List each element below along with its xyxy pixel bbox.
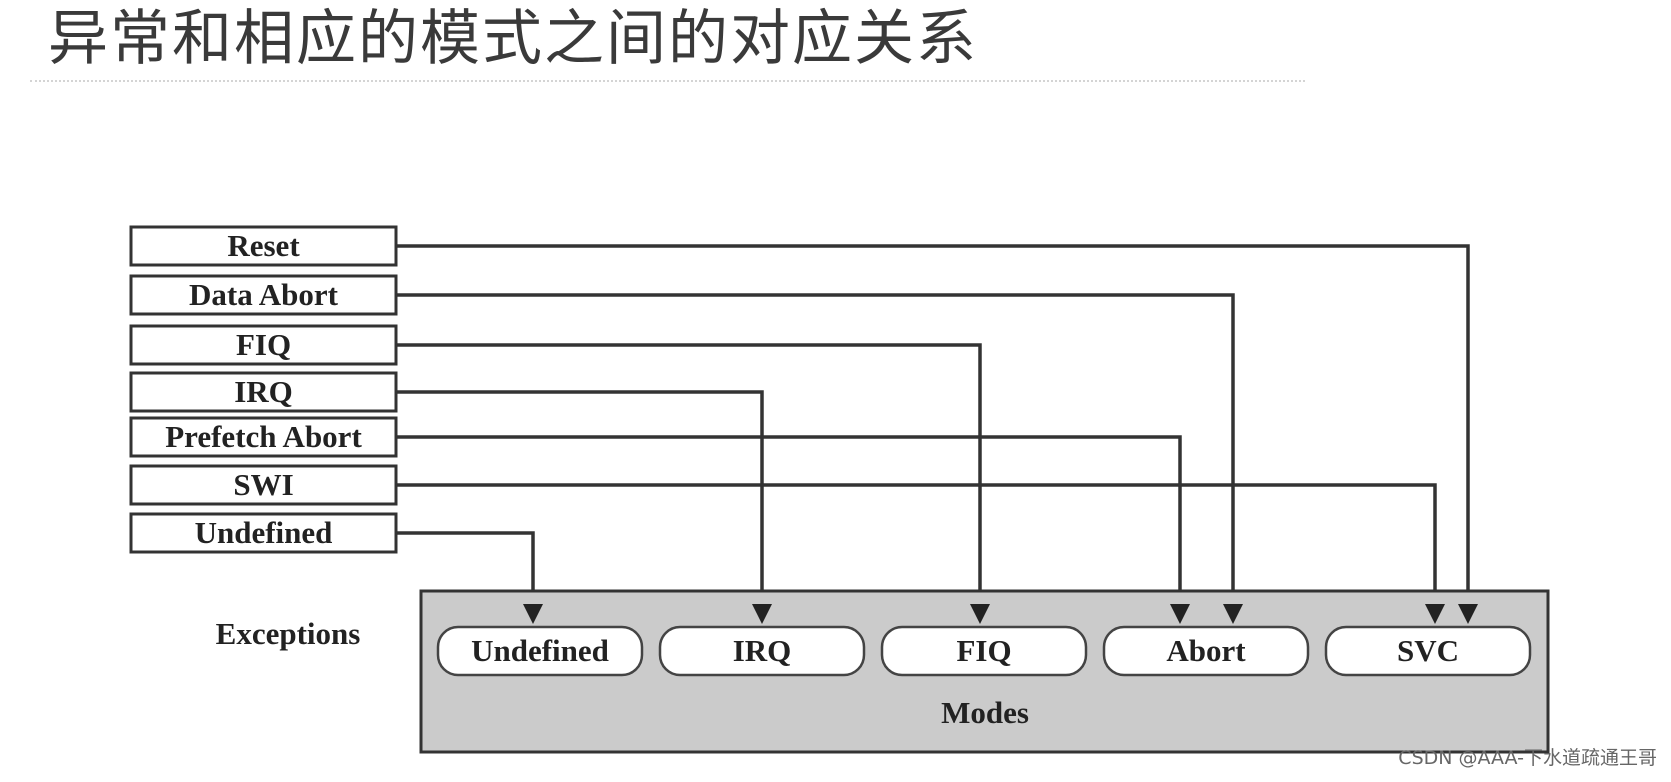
exception-label: FIQ (236, 327, 291, 362)
exception-box-fiq: FIQ (129, 324, 398, 366)
mode-pill-undefined: Undefined (436, 625, 644, 677)
connector-reset-to-svc (396, 244, 1470, 610)
exception-box-data-abort: Data Abort (129, 274, 398, 316)
connector-prefetch-abort-to-abort (396, 435, 1182, 610)
modes-row: Undefined IRQ FIQ Abort SVC (436, 625, 1532, 677)
modes-label: Modes (941, 695, 1029, 730)
exception-box-prefetch-abort: Prefetch Abort (129, 416, 398, 458)
exception-box-reset: Reset (129, 225, 398, 267)
mode-pill-svc: SVC (1324, 625, 1532, 677)
mode-label: SVC (1397, 633, 1459, 668)
exception-label: Undefined (195, 515, 333, 550)
exception-mode-diagram: Reset Data Abort FIQ IRQ Prefetch Abort SWI Un… (129, 225, 1550, 754)
exception-label: Data Abort (189, 277, 339, 312)
connector-fiq-to-fiq (396, 343, 982, 610)
mode-label: Abort (1166, 633, 1246, 668)
exception-box-swi: SWI (129, 464, 398, 506)
exceptions-label: Exceptions (216, 616, 361, 651)
exception-box-irq: IRQ (129, 371, 398, 413)
exception-label: IRQ (234, 374, 293, 409)
mode-pill-abort: Abort (1102, 625, 1310, 677)
connectors (396, 244, 1470, 610)
mode-pill-irq: IRQ (658, 625, 866, 677)
mode-label: Undefined (471, 633, 609, 668)
exception-label: Prefetch Abort (165, 419, 362, 454)
mode-label: FIQ (956, 633, 1011, 668)
exception-label: Reset (227, 228, 300, 263)
exception-label: SWI (233, 467, 293, 502)
connector-irq-to-irq (396, 390, 764, 610)
mode-label: IRQ (733, 633, 792, 668)
watermark: CSDN @AAA-下水道疏通王哥 (1398, 747, 1657, 769)
mode-pill-fiq: FIQ (880, 625, 1088, 677)
exceptions-column: Reset Data Abort FIQ IRQ Prefetch Abort SWI Un… (129, 225, 398, 554)
exception-box-undefined: Undefined (129, 512, 398, 554)
connector-data-abort-to-abort (396, 293, 1235, 610)
